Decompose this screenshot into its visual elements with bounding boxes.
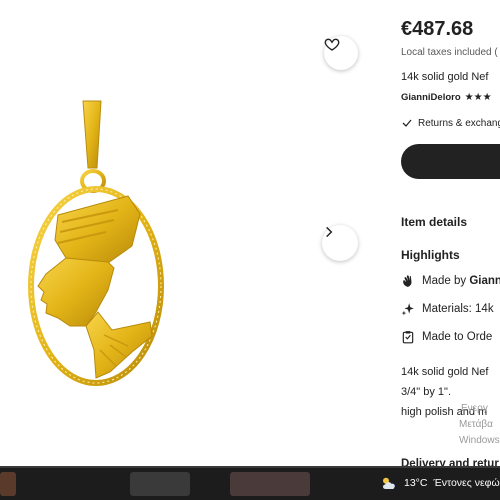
add-to-cart-button[interactable] [401, 144, 500, 179]
activation-watermark-line-2: Μετάβα [459, 419, 493, 430]
weather-description: Έντονες νεφώσ [433, 477, 500, 489]
highlight-materials-label: Materials: 14k [422, 303, 494, 315]
returns-info: Returns & exchang [401, 117, 500, 129]
activation-watermark-line-3: Windows [459, 435, 500, 446]
tax-note: Local taxes included ( [401, 47, 498, 58]
sparkle-icon [401, 303, 414, 316]
next-image-button[interactable] [322, 225, 358, 261]
taskbar-app-thumbnail[interactable] [130, 472, 190, 496]
highlight-made-by-shop[interactable]: Giann [469, 275, 500, 287]
divider [401, 0, 500, 5]
activation-watermark-line-1: Ενεργ [461, 403, 488, 414]
heart-icon [324, 38, 340, 51]
product-info-panel: €487.68 Local taxes included ( 14k solid… [381, 0, 500, 468]
hand-wave-icon [403, 275, 412, 287]
highlight-made-to-order-label: Made to Orde [422, 331, 493, 343]
taskbar-app-thumbnail[interactable] [0, 472, 16, 496]
shop-info: GianniDeloro ★★★ [401, 92, 492, 103]
returns-label: Returns & exchang [418, 117, 500, 129]
highlights-heading: Highlights [401, 248, 460, 262]
clipboard-icon [402, 331, 414, 344]
checkmark-icon [402, 119, 412, 127]
product-price: €487.68 [401, 18, 474, 40]
description-line-1: 14k solid gold Nef [401, 366, 489, 378]
item-details-heading[interactable]: Item details [401, 215, 467, 229]
highlight-materials: Materials: 14k [401, 302, 494, 316]
highlight-made-by-label: Made by [422, 275, 470, 287]
weather-temperature: 13°C [404, 477, 428, 489]
favorite-button[interactable] [324, 36, 358, 70]
shop-name[interactable]: GianniDeloro [401, 92, 461, 103]
description-line-2: 3/4" by 1". [401, 386, 452, 398]
product-title: 14k solid gold Nef [401, 71, 489, 83]
taskbar-app-thumbnail[interactable] [230, 472, 310, 496]
cloud-sun-icon [383, 477, 395, 489]
product-image-gallery[interactable] [0, 0, 380, 468]
highlight-made-to-order: Made to Orde [401, 330, 492, 344]
highlight-made-by: Made by Giann [401, 274, 500, 288]
rating-stars[interactable]: ★★★ [465, 92, 492, 103]
chevron-right-icon [326, 226, 333, 238]
taskbar-weather[interactable]: 13°C Έντονες νεφώσ [380, 475, 500, 491]
